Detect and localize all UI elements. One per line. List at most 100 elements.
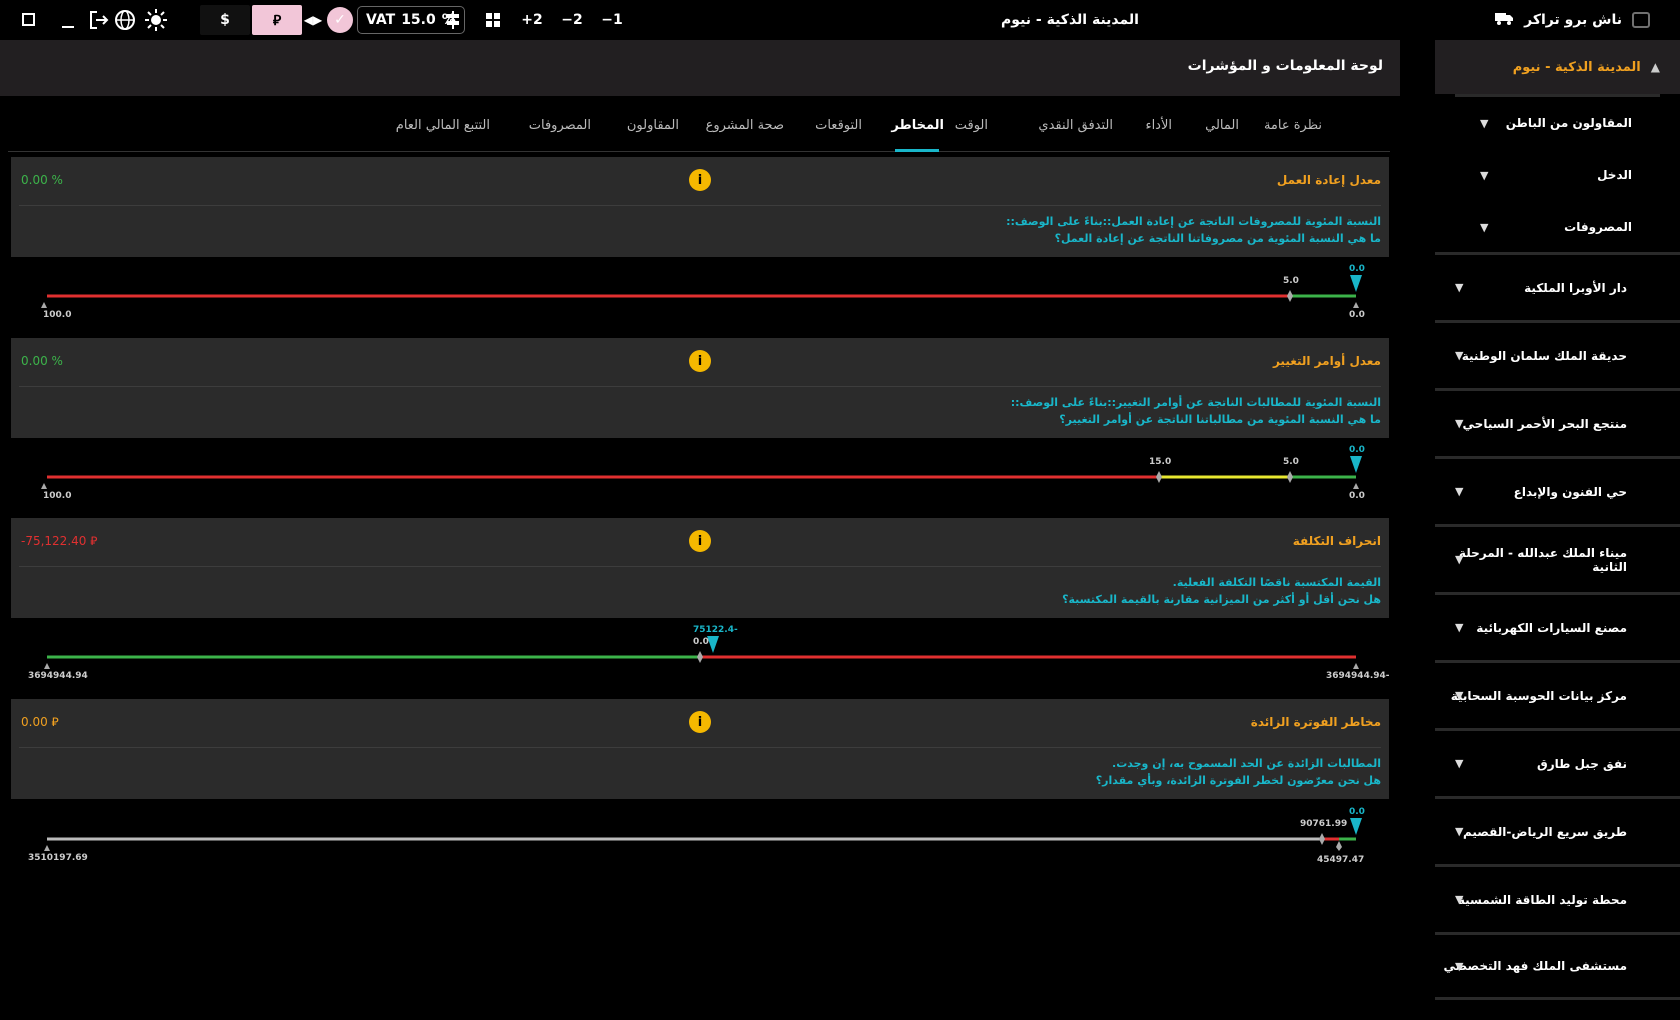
- globe-icon[interactable]: [112, 0, 138, 40]
- sidebar-item-label: منتجع البحر الأحمر السياحي: [1462, 416, 1627, 431]
- sidebar-item-datacenter[interactable]: مركز بيانات الحوسبة السحابية ▼: [1435, 660, 1680, 728]
- dashboard-header: لوحة المعلومات و المؤشرات: [0, 40, 1400, 96]
- gauge-min-label: 100.0: [43, 491, 72, 501]
- sidebar-item-arts[interactable]: حي الفنون والإبداع ▼: [1435, 456, 1680, 524]
- sidebar-item-highway[interactable]: طريق سريع الرياض-القصيم ▼: [1435, 796, 1680, 864]
- tab-contractors[interactable]: المقاولون: [627, 118, 679, 133]
- sidebar-item-park[interactable]: حديقة الملك سلمان الوطنية ▼: [1435, 320, 1680, 388]
- plus2-button[interactable]: +2: [517, 0, 547, 40]
- gauge-mark: [1287, 290, 1293, 302]
- vat-field[interactable]: VAT 15.0 %: [357, 6, 465, 34]
- tab-time[interactable]: الوقت: [955, 118, 988, 133]
- currency-dollar-button[interactable]: $: [200, 5, 250, 35]
- sidebar-project-header[interactable]: ▲ المدينة الذكية - نيوم: [1435, 40, 1680, 94]
- active-tab-indicator: [895, 149, 939, 152]
- sidebar-item-solar[interactable]: محطة توليد الطاقة الشمسية ▼: [1435, 864, 1680, 932]
- maximize-icon[interactable]: [22, 13, 35, 26]
- tab-overview[interactable]: نظرة عامة: [1264, 118, 1322, 133]
- chevron-down-icon: ▼: [1455, 825, 1464, 838]
- gauge-min-label: 3694944.94: [28, 671, 88, 681]
- sidebar-sub-item-subcontractors[interactable]: ▼ المقاولون من الباطن: [1480, 108, 1660, 138]
- kpi-value: -75,122.40 ⃁: [21, 534, 98, 548]
- minus2-button[interactable]: −2: [557, 0, 587, 40]
- sidebar-item-label: حي الفنون والإبداع: [1513, 484, 1627, 499]
- gauge-tick: [44, 663, 50, 669]
- chevron-down-icon: ▼: [1480, 116, 1489, 130]
- kpi-card-change-order-rate: معدل أوامر التغيير i 0.00 % النسبة المئو…: [11, 338, 1389, 438]
- tab-forecasts[interactable]: التوقعات: [815, 118, 862, 133]
- info-icon[interactable]: i: [689, 711, 711, 733]
- sidebar-item-label: نفق جبل طارق: [1536, 756, 1627, 771]
- sidebar-item-resort[interactable]: منتجع البحر الأحمر السياحي ▼: [1435, 388, 1680, 456]
- sidebar-item-label: حديقة الملك سلمان الوطنية: [1461, 348, 1627, 363]
- kpi-card-overbilling-risk: مخاطر الفوترة الزائدة i 0.00 ⃁ المطالبات…: [11, 699, 1389, 799]
- gauge-mark: [1287, 471, 1293, 483]
- gauge-pointer-label: 0.0: [1349, 264, 1365, 274]
- kpi-value: 0.00 %: [21, 173, 63, 187]
- tab-cashflow[interactable]: التدفق النقدي: [1038, 118, 1113, 133]
- info-icon[interactable]: i: [689, 169, 711, 191]
- sidebar-sub-label: المصروفات: [1564, 220, 1632, 234]
- gauge-tick: [1353, 663, 1359, 669]
- chevron-down-icon: ▼: [1455, 689, 1464, 702]
- gauge-mark: [1336, 841, 1342, 851]
- confirm-check-icon[interactable]: ✓: [327, 7, 353, 33]
- vat-label: VAT: [366, 12, 396, 28]
- sidebar-item-opera[interactable]: دار الأوبرا الملكية ▼: [1435, 252, 1680, 320]
- gauge-max-label: 0.0: [1349, 310, 1365, 320]
- gauge-mark: [697, 651, 703, 663]
- swap-arrows-icon[interactable]: ◀▶: [302, 0, 324, 40]
- tab-performance[interactable]: الأداء: [1145, 118, 1172, 133]
- info-icon[interactable]: i: [689, 530, 711, 552]
- gauge-mark-label: 0.0: [693, 637, 709, 647]
- sidebar-item-ev-factory[interactable]: مصنع السيارات الكهربائية ▼: [1435, 592, 1680, 660]
- currency-riyal-button[interactable]: ⃁: [252, 5, 302, 35]
- sidebar-sub-label: الدخل: [1597, 168, 1632, 182]
- kpi-card-rework-rate: معدل إعادة العمل i 0.00 % النسبة المئوية…: [11, 157, 1389, 257]
- gauge-overbilling-risk: 3510197.69 90761.99 45497.47 0.0: [0, 805, 1400, 875]
- chevron-down-icon: ▼: [1455, 553, 1464, 566]
- minimize-icon[interactable]: [62, 26, 74, 28]
- divider: [19, 747, 1381, 748]
- kpi-description: النسبة المئوية للمصروفات الناتجة عن إعاد…: [1006, 215, 1381, 228]
- chevron-down-icon: ▼: [1455, 893, 1464, 906]
- sidebar-item-tunnel[interactable]: نفق جبل طارق ▼: [1435, 728, 1680, 796]
- tab-project-health[interactable]: صحة المشروع: [706, 118, 784, 133]
- app-brand[interactable]: ناش برو تراكر: [1494, 0, 1650, 40]
- dashboard-icon[interactable]: [482, 0, 504, 40]
- gauge-mark: [1156, 471, 1162, 483]
- tab-expenses[interactable]: المصروفات: [529, 118, 591, 133]
- kpi-description: المطالبات الزائدة عن الحد المسموح به، إن…: [1112, 757, 1381, 770]
- chevron-down-icon: ▼: [1455, 485, 1464, 498]
- chevron-down-icon: ▼: [1455, 417, 1464, 430]
- vat-unit: %: [441, 12, 456, 28]
- tab-general-tracking[interactable]: التتبع المالي العام: [396, 118, 490, 133]
- tab-financial[interactable]: المالي: [1205, 118, 1239, 133]
- app-name: ناش برو تراكر: [1524, 12, 1622, 28]
- sidebar-item-label: مركز بيانات الحوسبة السحابية: [1450, 688, 1627, 703]
- gauge-pointer: [1350, 275, 1362, 292]
- theme-sun-icon[interactable]: [143, 0, 169, 40]
- gauge-cost-variance: 3694944.94 -3694944.94 0.0 -75122.4: [0, 623, 1400, 693]
- gauge-change-order-rate: 100.0 0.0 15.0 5.0 0.0: [0, 443, 1400, 513]
- gauge-pointer-label: 0.0: [1349, 445, 1365, 455]
- sidebar-item-hospital[interactable]: مستشفى الملك فهد التخصصي ▼: [1435, 932, 1680, 1000]
- sidebar-item-port[interactable]: ميناء الملك عبدالله - المرحلة الثانية ▼: [1435, 524, 1680, 592]
- sidebar: ▲ المدينة الذكية - نيوم ▼ المقاولون من ا…: [1435, 40, 1680, 1020]
- sidebar-sub-item-expenses[interactable]: ▼ المصروفات: [1480, 212, 1660, 242]
- kpi-title: مخاطر الفوترة الزائدة: [1250, 715, 1381, 729]
- gauge-mark-label: 15.0: [1149, 457, 1172, 467]
- minus1-button[interactable]: −1: [597, 0, 627, 40]
- sidebar-item-label: مستشفى الملك فهد التخصصي: [1443, 959, 1627, 973]
- gauge-pointer-label: 0.0: [1349, 807, 1365, 817]
- sidebar-item-label: مصنع السيارات الكهربائية: [1476, 620, 1627, 635]
- tab-risks[interactable]: المخاطر: [891, 118, 944, 133]
- chevron-down-icon: ▼: [1480, 168, 1489, 182]
- top-bar: ناش برو تراكر المدينة الذكية - نيوم −1 −…: [0, 0, 1680, 40]
- kpi-question: ما هي النسبة المئوية من مصروفاتنا الناتج…: [1054, 232, 1381, 245]
- info-icon[interactable]: i: [689, 350, 711, 372]
- sidebar-sub-item-income[interactable]: ▼ الدخل: [1480, 160, 1660, 190]
- kpi-question: هل نحن أقل أو أكثر من الميزانية مقارنة ب…: [1062, 593, 1381, 606]
- logout-icon[interactable]: [86, 0, 112, 40]
- gauge-tick: [41, 302, 47, 308]
